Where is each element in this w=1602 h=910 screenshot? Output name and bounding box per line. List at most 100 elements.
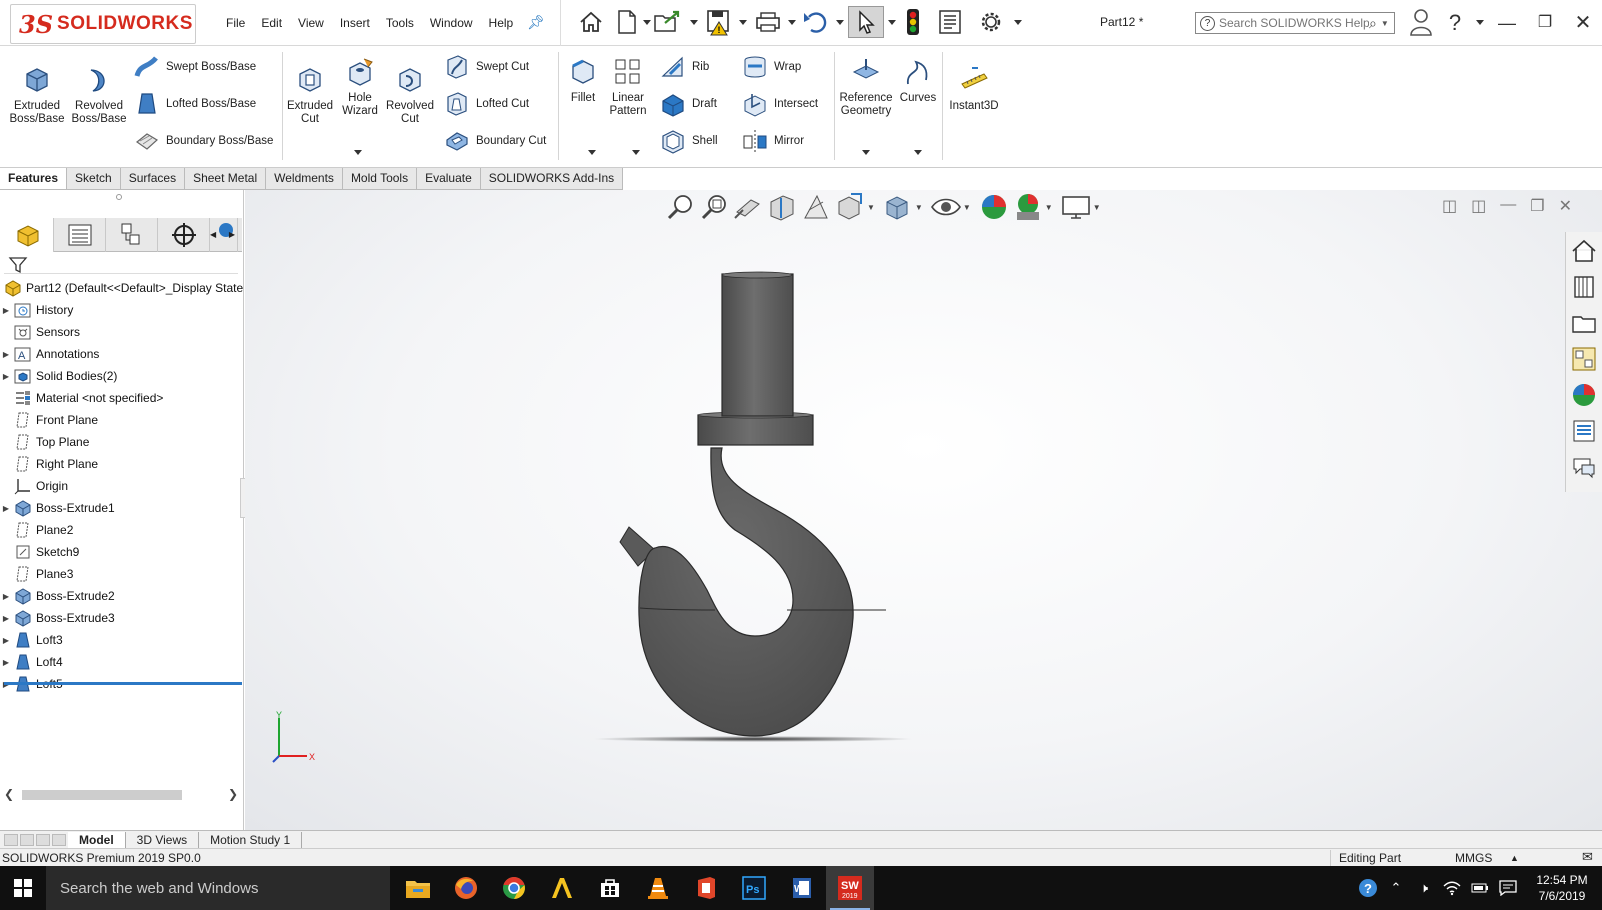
mirror-button[interactable]: Mirror <box>742 128 804 154</box>
expand-arrow-icon[interactable]: ▶ <box>0 636 12 645</box>
print-icon[interactable] <box>752 6 784 38</box>
minimize-window-icon[interactable]: — <box>1492 10 1522 36</box>
rollback-bar[interactable] <box>4 682 242 685</box>
home-icon[interactable] <box>576 6 606 38</box>
scroll-right-icon[interactable]: ❯ <box>228 787 238 801</box>
solidworks-forum-icon[interactable] <box>1567 450 1601 484</box>
tree-item[interactable]: Right Plane <box>0 453 244 475</box>
search-dropdown-icon[interactable]: ▼ <box>1381 19 1389 28</box>
file-explorer-taskbar-icon[interactable] <box>394 866 442 910</box>
file-properties-icon[interactable] <box>934 6 966 38</box>
status-customize-icon[interactable]: ✉ <box>1582 849 1593 865</box>
tree-item[interactable]: Origin <box>0 475 244 497</box>
panel-grip-icon[interactable] <box>116 194 122 200</box>
reference-geometry-button[interactable]: Reference Geometry <box>836 56 896 118</box>
crane-hook-model[interactable] <box>245 190 1602 830</box>
file-explorer-icon[interactable] <box>1567 306 1601 340</box>
tab-features[interactable]: Features <box>0 168 68 189</box>
word-taskbar-icon[interactable]: W <box>778 866 826 910</box>
tab-evaluate[interactable]: Evaluate <box>417 168 481 189</box>
unit-system[interactable]: MMGS <box>1455 850 1492 866</box>
dimxpert-manager-tab-icon[interactable] <box>158 218 210 252</box>
expand-arrow-icon[interactable]: ▶ <box>0 614 12 623</box>
vlc-taskbar-icon[interactable] <box>634 866 682 910</box>
tab-sketch[interactable]: Sketch <box>67 168 121 189</box>
new-document-icon[interactable] <box>614 6 640 38</box>
tree-item[interactable]: ▶ Boss-Extrude1 <box>0 497 244 519</box>
print-dropdown-icon[interactable] <box>788 20 796 25</box>
help-dropdown-icon[interactable] <box>1476 20 1484 25</box>
menu-help[interactable]: Help <box>481 14 522 32</box>
extruded-boss-button[interactable]: Extruded Boss/Base <box>8 64 66 126</box>
lofted-boss-button[interactable]: Lofted Boss/Base <box>134 91 256 117</box>
extruded-cut-button[interactable]: Extruded Cut <box>286 64 334 126</box>
lofted-cut-button[interactable]: Lofted Cut <box>444 91 529 117</box>
wrap-button[interactable]: Wrap <box>742 54 801 80</box>
hole-wizard-button[interactable]: Hole Wizard <box>336 56 384 118</box>
options-gear-icon[interactable] <box>974 6 1008 38</box>
user-account-icon[interactable] <box>1408 6 1434 38</box>
options-dropdown-icon[interactable] <box>1014 20 1022 25</box>
tab-sheet-metal[interactable]: Sheet Metal <box>185 168 267 189</box>
search-input[interactable] <box>1219 16 1369 30</box>
tree-item[interactable]: ▶ Boss-Extrude3 <box>0 607 244 629</box>
volume-icon[interactable]: 🕨︎ <box>1410 866 1438 910</box>
custom-properties-icon[interactable] <box>1567 414 1601 448</box>
tree-item[interactable]: Part12 (Default<<Default>_Display State <box>0 277 244 299</box>
expand-arrow-icon[interactable]: ▶ <box>0 592 12 601</box>
fillet-button[interactable]: Fillet <box>562 56 604 105</box>
taskbar-search[interactable] <box>46 866 390 910</box>
swept-boss-button[interactable]: Swept Boss/Base <box>134 54 256 80</box>
tree-item[interactable]: ▶ Loft4 <box>0 651 244 673</box>
firefox-taskbar-icon[interactable] <box>442 866 490 910</box>
tab-weldments[interactable]: Weldments <box>266 168 343 189</box>
tree-item[interactable]: Material <not specified> <box>0 387 244 409</box>
tree-item[interactable]: Plane2 <box>0 519 244 541</box>
tree-item[interactable]: Plane3 <box>0 563 244 585</box>
open-document-icon[interactable] <box>652 6 686 38</box>
reference-geometry-dropdown-icon[interactable] <box>862 150 870 155</box>
tree-item[interactable]: ▶ Loft3 <box>0 629 244 651</box>
rebuild-icon[interactable] <box>902 6 924 38</box>
undo-dropdown-icon[interactable] <box>836 20 844 25</box>
tabs-scroll-right-icon[interactable]: ▶ <box>229 230 235 239</box>
tree-item[interactable]: Top Plane <box>0 431 244 453</box>
feature-manager-tab-icon[interactable] <box>2 218 54 252</box>
tab-motion-study-1[interactable]: Motion Study 1 <box>199 831 303 848</box>
office-taskbar-icon[interactable] <box>682 866 730 910</box>
photoshop-taskbar-icon[interactable]: Ps <box>730 866 778 910</box>
show-hidden-icons-chevron-icon[interactable]: ⌃ <box>1382 866 1410 910</box>
expand-arrow-icon[interactable]: ▶ <box>0 350 12 359</box>
tab-surfaces[interactable]: Surfaces <box>120 168 186 189</box>
action-center-icon[interactable] <box>1494 866 1522 910</box>
tree-item[interactable]: ▶ Solid Bodies(2) <box>0 365 244 387</box>
display-manager-tab-icon[interactable]: ◀ ▶ <box>210 218 238 252</box>
open-dropdown-icon[interactable] <box>690 20 698 25</box>
close-window-icon[interactable]: ✕ <box>1568 10 1598 36</box>
restore-window-icon[interactable]: ❐ <box>1530 10 1560 36</box>
swept-cut-button[interactable]: Swept Cut <box>444 54 529 80</box>
linear-pattern-button[interactable]: Linear Pattern <box>604 56 652 118</box>
tree-horizontal-scrollbar[interactable]: ❮ ❯ <box>4 787 240 803</box>
wifi-icon[interactable] <box>1438 866 1466 910</box>
revolved-boss-button[interactable]: Revolved Boss/Base <box>70 64 128 126</box>
tree-filter[interactable] <box>4 254 238 274</box>
design-library-icon[interactable] <box>1567 270 1601 304</box>
battery-icon[interactable] <box>1466 866 1494 910</box>
configuration-manager-tab-icon[interactable] <box>106 218 158 252</box>
appearances-scenes-icon[interactable] <box>1567 378 1601 412</box>
expand-arrow-icon[interactable]: ▶ <box>0 306 12 315</box>
tree-item[interactable]: Front Plane <box>0 409 244 431</box>
menu-view[interactable]: View <box>290 14 332 32</box>
boundary-cut-button[interactable]: Boundary Cut <box>444 128 546 154</box>
menu-file[interactable]: File <box>218 14 253 32</box>
units-menu-arrow-icon[interactable]: ▲ <box>1510 850 1519 866</box>
solidworks-taskbar-icon[interactable]: SW 2019 <box>826 866 874 910</box>
cut-more-dropdown-icon[interactable] <box>354 150 362 155</box>
shell-button[interactable]: Shell <box>660 128 718 154</box>
view-palette-icon[interactable] <box>1567 342 1601 376</box>
help-icon[interactable]: ? <box>1440 10 1470 36</box>
taskbar-search-input[interactable] <box>60 879 380 897</box>
rib-button[interactable]: Rib <box>660 54 709 80</box>
curves-button[interactable]: Curves <box>898 56 938 105</box>
